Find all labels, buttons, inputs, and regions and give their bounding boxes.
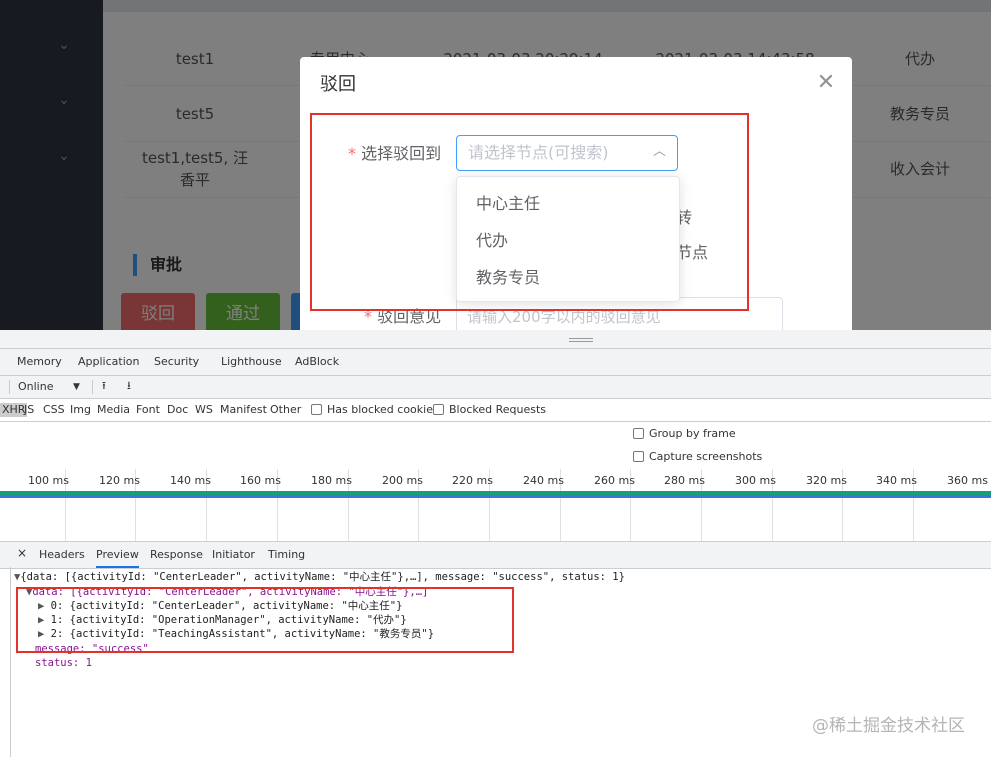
group-by-frame-checkbox[interactable]	[633, 428, 644, 439]
timeline-tick: 340 ms	[876, 474, 917, 487]
tab-adblock[interactable]: AdBlock	[295, 355, 339, 369]
drag-handle-icon[interactable]	[569, 338, 593, 342]
divider	[9, 380, 10, 394]
panel-splitter[interactable]	[0, 330, 991, 349]
timeline-tick: 240 ms	[523, 474, 564, 487]
timeline-tick: 100 ms	[28, 474, 69, 487]
tab-memory[interactable]: Memory	[17, 355, 62, 369]
download-icon[interactable]: ⭳	[127, 379, 131, 393]
close-icon[interactable]: ✕	[816, 72, 836, 94]
filter-manifest[interactable]: Manifest	[220, 403, 267, 417]
tab-initiator[interactable]: Initiator	[212, 548, 255, 562]
timeline-tick: 200 ms	[382, 474, 423, 487]
gutter	[0, 567, 11, 757]
filter-ws[interactable]: WS	[195, 403, 213, 417]
filter-img[interactable]: Img	[70, 403, 91, 417]
network-toolbar	[0, 376, 991, 399]
timeline-tick: 160 ms	[240, 474, 281, 487]
divider	[92, 380, 93, 394]
timeline-tick: 300 ms	[735, 474, 776, 487]
timeline-tick: 180 ms	[311, 474, 352, 487]
timeline-tick: 260 ms	[594, 474, 635, 487]
timeline-bar	[0, 495, 991, 498]
tab-application[interactable]: Application	[78, 355, 139, 369]
filter-font[interactable]: Font	[136, 403, 160, 417]
detail-tabbar	[0, 541, 991, 569]
tab-lighthouse[interactable]: Lighthouse	[221, 355, 282, 369]
timeline-tick: 360 ms	[947, 474, 988, 487]
preview-root-text: {data: [{activityId: "CenterLeader", act…	[20, 571, 625, 583]
tab-preview[interactable]: Preview	[96, 548, 139, 568]
dialog-title: 驳回	[320, 74, 356, 95]
tab-timing[interactable]: Timing	[268, 548, 305, 562]
timeline-tick: 280 ms	[664, 474, 705, 487]
tab-headers[interactable]: Headers	[39, 548, 85, 562]
caret-down-icon[interactable]: ▼	[73, 380, 80, 394]
highlight-box	[310, 113, 749, 311]
blocked-requests-label: Blocked Requests	[449, 403, 547, 416]
devtools-tabbar	[0, 349, 991, 376]
watermark: @稀土掘金技术社区	[812, 716, 965, 736]
timeline-tick: 320 ms	[806, 474, 847, 487]
capture-screenshots-label: Capture screenshots	[649, 450, 763, 463]
preview-status: status: 1	[35, 657, 92, 669]
close-icon[interactable]: ×	[17, 546, 27, 560]
timeline-tick: 140 ms	[170, 474, 211, 487]
filter-media[interactable]: Media	[97, 403, 130, 417]
timeline-tick: 220 ms	[452, 474, 493, 487]
filter-js[interactable]: JS	[24, 403, 34, 417]
tab-response[interactable]: Response	[150, 548, 203, 562]
filter-other[interactable]: Other	[270, 403, 301, 417]
upload-icon[interactable]: ⭱	[102, 379, 106, 393]
timeline-tick: 120 ms	[99, 474, 140, 487]
filter-doc[interactable]: Doc	[167, 403, 188, 417]
group-by-frame-label: Group by frame	[649, 427, 736, 440]
blocked-cookies-label: Has blocked cookies	[327, 403, 439, 416]
blocked-cookies-checkbox[interactable]	[311, 404, 322, 415]
capture-screenshots-checkbox[interactable]	[633, 451, 644, 462]
blocked-requests-checkbox[interactable]	[433, 404, 444, 415]
throttle-select[interactable]: Online	[18, 380, 53, 394]
filter-css[interactable]: CSS	[43, 403, 65, 417]
highlight-box	[16, 587, 514, 653]
tab-security[interactable]: Security	[154, 355, 199, 369]
preview-root[interactable]: ▼{data: [{activityId: "CenterLeader", ac…	[14, 570, 625, 584]
